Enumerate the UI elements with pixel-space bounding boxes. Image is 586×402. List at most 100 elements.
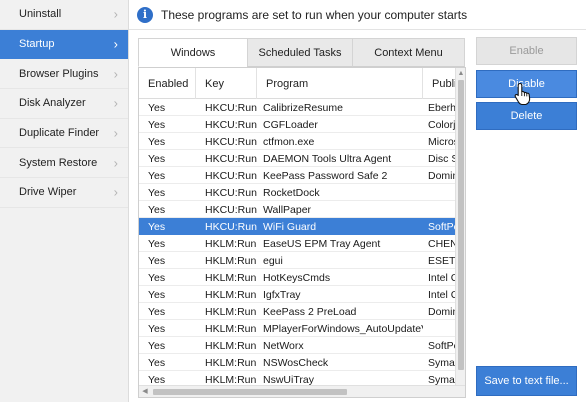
scroll-up-icon[interactable]: ▲ bbox=[457, 70, 465, 78]
cell-key: HKLM:Run bbox=[205, 288, 257, 301]
cell-publisher: Disc Soft bbox=[428, 152, 457, 165]
enable-button[interactable]: Enable bbox=[476, 37, 577, 65]
info-icon: i bbox=[137, 6, 153, 23]
cell-key: HKCU:Run bbox=[205, 186, 257, 199]
table-row[interactable]: Yes HKCU:Run KeePass Password Safe 2 Domini… bbox=[139, 167, 457, 184]
cell-publisher: Dominik bbox=[428, 169, 457, 182]
table-row[interactable]: Yes HKCU:Run RocketDock bbox=[139, 184, 457, 201]
cell-key: HKLM:Run bbox=[205, 271, 257, 284]
cell-enabled: Yes bbox=[148, 169, 166, 182]
cell-program: HotKeysCmds bbox=[263, 271, 331, 284]
tab-bar: Windows Scheduled Tasks Context Menu bbox=[138, 38, 466, 67]
cell-publisher: Microsoft bbox=[428, 135, 457, 148]
column-header-enabled[interactable]: Enabled bbox=[139, 68, 196, 99]
cell-publisher: ESET bbox=[428, 254, 456, 267]
cell-publisher bbox=[423, 201, 457, 218]
table-row[interactable]: Yes HKCU:Run WiFi Guard SoftPerfect bbox=[139, 218, 457, 235]
cell-program: MPlayerForWindows_AutoUpdateV2 bbox=[263, 322, 423, 335]
cell-publisher bbox=[423, 320, 457, 337]
table-row[interactable]: Yes HKCU:Run ctfmon.exe Microsoft bbox=[139, 133, 457, 150]
startup-table: Enabled Key Program Publis Yes HKCU:Run Ca… bbox=[138, 67, 466, 398]
cell-key: HKLM:Run bbox=[205, 356, 257, 369]
cell-program: NSWosCheck bbox=[263, 356, 329, 369]
chevron-right-icon: › bbox=[113, 36, 118, 52]
column-header-key[interactable]: Key bbox=[196, 68, 257, 99]
cell-publisher: Eberhard bbox=[428, 101, 457, 114]
cell-publisher: Dominik bbox=[428, 305, 457, 318]
cell-key: HKCU:Run bbox=[205, 203, 257, 216]
vertical-scrollbar[interactable]: ▲ bbox=[455, 68, 465, 386]
cell-program: CalibrizeResume bbox=[263, 101, 343, 114]
cell-program: ctfmon.exe bbox=[263, 135, 315, 148]
cell-program: RocketDock bbox=[263, 186, 320, 199]
cell-program: IgfxTray bbox=[263, 288, 301, 301]
sidebar-item-label: Browser Plugins bbox=[19, 67, 99, 80]
table-row[interactable]: Yes HKLM:Run HotKeysCmds Intel Corp bbox=[139, 269, 457, 286]
cell-key: HKLM:Run bbox=[205, 305, 257, 318]
scroll-left-icon[interactable]: ◀ bbox=[141, 387, 149, 397]
table-row[interactable]: Yes HKLM:Run EaseUS EPM Tray Agent CHENGDU bbox=[139, 235, 457, 252]
column-header-publisher[interactable]: Publis bbox=[423, 68, 457, 99]
cell-key: HKLM:Run bbox=[205, 322, 257, 335]
table-row[interactable]: Yes HKLM:Run NetWorx SoftPerfect bbox=[139, 337, 457, 354]
vertical-scroll-thumb[interactable] bbox=[458, 80, 464, 370]
table-row[interactable]: Yes HKLM:Run NSWosCheck Symantec bbox=[139, 354, 457, 371]
sidebar-item-disk-analyzer[interactable]: Disk Analyzer › bbox=[0, 89, 128, 119]
cell-publisher: SoftPerfect bbox=[428, 339, 457, 352]
horizontal-scrollbar[interactable]: ◀ bbox=[139, 385, 465, 397]
cell-enabled: Yes bbox=[148, 118, 166, 131]
table-row[interactable]: Yes HKLM:Run NswUiTray Symantec bbox=[139, 371, 457, 386]
chevron-right-icon: › bbox=[113, 66, 118, 82]
cell-enabled: Yes bbox=[148, 152, 166, 165]
chevron-right-icon: › bbox=[113, 95, 118, 111]
cell-key: HKCU:Run bbox=[205, 152, 257, 165]
sidebar-item-startup[interactable]: Startup › bbox=[0, 29, 128, 60]
tab-windows[interactable]: Windows bbox=[138, 38, 248, 67]
horizontal-scroll-thumb[interactable] bbox=[153, 389, 347, 395]
sidebar-item-system-restore[interactable]: System Restore › bbox=[0, 148, 128, 179]
sidebar-item-uninstall[interactable]: Uninstall › bbox=[0, 0, 128, 30]
cell-enabled: Yes bbox=[148, 373, 166, 386]
cell-program: NetWorx bbox=[263, 339, 304, 352]
tab-scheduled-tasks[interactable]: Scheduled Tasks bbox=[247, 38, 353, 67]
cell-enabled: Yes bbox=[148, 339, 166, 352]
table-row[interactable]: Yes HKLM:Run egui ESET bbox=[139, 252, 457, 269]
tab-context-menu[interactable]: Context Menu bbox=[352, 38, 465, 67]
cell-program: KeePass 2 PreLoad bbox=[263, 305, 357, 318]
save-to-text-file-button[interactable]: Save to text file... bbox=[476, 366, 577, 396]
table-row[interactable]: Yes HKCU:Run WallPaper bbox=[139, 201, 457, 218]
sidebar-item-label: Startup bbox=[19, 38, 55, 51]
cell-publisher: Intel Corp bbox=[428, 271, 457, 284]
cell-key: HKLM:Run bbox=[205, 254, 257, 267]
table-row[interactable]: Yes HKCU:Run DAEMON Tools Ultra Agent Disc … bbox=[139, 150, 457, 167]
chevron-right-icon: › bbox=[113, 155, 118, 171]
sidebar-item-label: Uninstall bbox=[19, 8, 62, 21]
table-row[interactable]: Yes HKCU:Run CalibrizeResume Eberhard bbox=[139, 99, 457, 116]
sidebar-item-browser-plugins[interactable]: Browser Plugins › bbox=[0, 59, 128, 90]
cell-key: HKCU:Run bbox=[205, 220, 257, 233]
cell-key: HKCU:Run bbox=[205, 101, 257, 114]
delete-button[interactable]: Delete bbox=[476, 102, 577, 130]
sidebar: Uninstall › Startup › Browser Plugins › Disk A… bbox=[0, 0, 129, 402]
cell-enabled: Yes bbox=[148, 288, 166, 301]
cell-program: CGFLoader bbox=[263, 118, 318, 131]
cell-publisher: CHENGDU bbox=[428, 237, 457, 250]
table-row[interactable]: Yes HKLM:Run MPlayerForWindows_AutoUpdateV… bbox=[139, 320, 457, 337]
hand-cursor-icon bbox=[514, 82, 531, 106]
table-row[interactable]: Yes HKCU:Run CGFLoader Colorjinn bbox=[139, 116, 457, 133]
cell-enabled: Yes bbox=[148, 322, 166, 335]
cell-enabled: Yes bbox=[148, 254, 166, 267]
cell-program: WiFi Guard bbox=[263, 220, 317, 233]
table-row[interactable]: Yes HKLM:Run KeePass 2 PreLoad Dominik bbox=[139, 303, 457, 320]
cell-program: DAEMON Tools Ultra Agent bbox=[263, 152, 392, 165]
cell-key: HKCU:Run bbox=[205, 118, 257, 131]
cell-key: HKLM:Run bbox=[205, 237, 257, 250]
sidebar-item-drive-wiper[interactable]: Drive Wiper › bbox=[0, 178, 128, 208]
cell-key: HKLM:Run bbox=[205, 373, 257, 386]
cell-program: NswUiTray bbox=[263, 373, 314, 386]
cell-publisher: Intel Corp bbox=[428, 288, 457, 301]
column-header-program[interactable]: Program bbox=[257, 68, 423, 99]
sidebar-item-duplicate-finder[interactable]: Duplicate Finder › bbox=[0, 119, 128, 149]
table-row[interactable]: Yes HKLM:Run IgfxTray Intel Corp bbox=[139, 286, 457, 303]
sidebar-item-label: Drive Wiper bbox=[19, 186, 77, 199]
